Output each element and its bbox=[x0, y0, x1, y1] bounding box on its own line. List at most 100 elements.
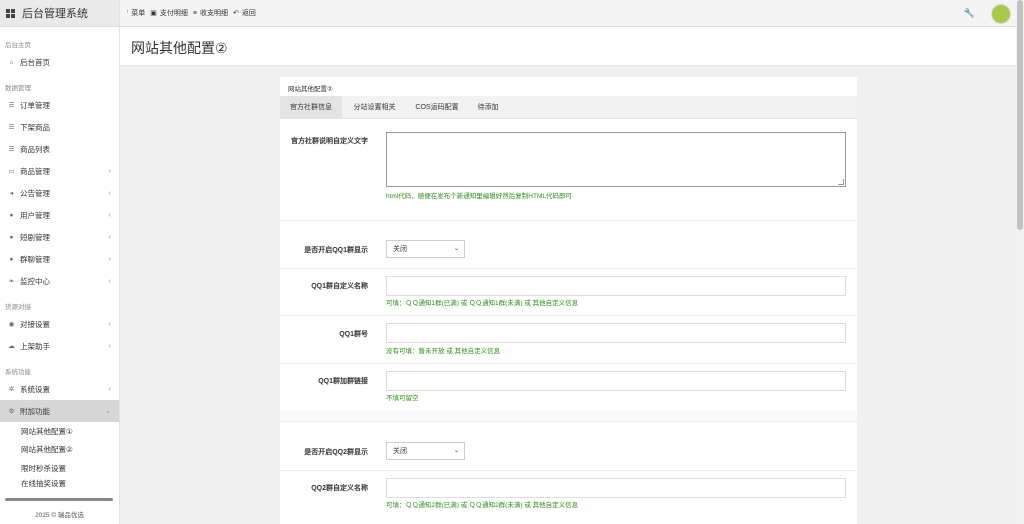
chevron-down-icon: ⌄ bbox=[453, 448, 459, 454]
sidebar-subitem-config-2[interactable]: 网站其他配置② bbox=[0, 441, 119, 460]
qq1-show-select[interactable]: 关闭 ⌄ bbox=[386, 240, 465, 258]
chevron-down-icon: ⌄ bbox=[105, 408, 111, 415]
card-title: 网站其他配置② bbox=[288, 86, 333, 93]
qq1-name-hint: 可填：ＱＱ通知1群(已满) 或 ＱＱ通知1群(未满) 或 其他自定义信息 bbox=[386, 300, 579, 307]
settings-card: 网站其他配置② 官方社群信息 分站设置相关 COS运码配置 待添加 官方社群说明… bbox=[280, 77, 857, 524]
divider bbox=[280, 315, 857, 316]
qq1-name-input[interactable] bbox=[386, 276, 846, 296]
chevron-left-icon: ‹ bbox=[108, 342, 111, 350]
page-scrollbar[interactable] bbox=[1016, 0, 1024, 524]
section-dock: 货源对接 bbox=[5, 304, 31, 311]
chevron-left-icon: ‹ bbox=[108, 255, 111, 263]
chevron-left-icon: ‹ bbox=[108, 385, 111, 393]
gear-icon: ✲ bbox=[8, 386, 15, 393]
income-details-button[interactable]: ≡ 收支明细 bbox=[193, 8, 228, 18]
sidebar: 后台管理系统 后台主页 ⌂ 后台首页 数据管理 ☰ 订单管理 ☰ 下架商品 ☰ 商品列表… bbox=[0, 0, 120, 524]
chevron-left-icon: ‹ bbox=[108, 167, 111, 175]
qq2-name-input[interactable] bbox=[386, 478, 846, 498]
sidebar-item-goods-mgmt[interactable]: ▭ 商品管理 ‹ bbox=[0, 160, 119, 182]
list-icon: ☰ bbox=[8, 124, 15, 131]
chevron-left-icon: ‹ bbox=[108, 233, 111, 241]
database-icon: ≡ bbox=[192, 9, 197, 17]
sidebar-item-goods-list[interactable]: ☰ 商品列表 bbox=[0, 138, 119, 160]
payment-details-label: 支付明细 bbox=[159, 10, 188, 17]
divider bbox=[280, 470, 857, 471]
sidebar-item-label: 系统设置 bbox=[20, 384, 50, 394]
sidebar-subitem-lottery[interactable]: 在线抽奖设置 bbox=[0, 478, 119, 488]
sidebar-item-home[interactable]: ⌂ 后台首页 bbox=[0, 51, 119, 73]
back-icon: ↶ bbox=[232, 10, 239, 17]
qq1-number-label: QQ1群号 bbox=[339, 331, 368, 338]
windows-logo-icon bbox=[6, 8, 15, 18]
qq2-show-select[interactable]: 关闭 ⌄ bbox=[386, 442, 465, 460]
list-icon: ☰ bbox=[8, 146, 15, 153]
sidebar-item-label: 用户管理 bbox=[20, 210, 50, 220]
qq1-name-label: QQ1群自定义名称 bbox=[311, 283, 368, 290]
menu-label: 菜单 bbox=[131, 10, 146, 17]
qq2-show-value: 关闭 bbox=[393, 448, 407, 455]
sidebar-item-label: 商品管理 bbox=[20, 166, 50, 176]
payment-icon: ▣ bbox=[150, 10, 157, 17]
sidebar-item-label: 对接设置 bbox=[20, 319, 50, 329]
section-spacer bbox=[280, 411, 857, 421]
sidebar-item-notice[interactable]: ◂ 公告管理 ‹ bbox=[0, 182, 119, 204]
sidebar-nav: 后台主页 ⌂ 后台首页 数据管理 ☰ 订单管理 ☰ 下架商品 ☰ 商品列表 ▭ 商品管理 ‹… bbox=[0, 40, 119, 488]
admin-app: 后台管理系统 后台主页 ⌂ 后台首页 数据管理 ☰ 订单管理 ☰ 下架商品 ☰ 商品列表… bbox=[0, 0, 1024, 524]
section-system: 系统功能 bbox=[5, 369, 31, 376]
sidebar-item-users[interactable]: ● 用户管理 ‹ bbox=[0, 204, 119, 226]
desc-hint: html代码，随便在发布个新通知里编辑好然后复制HTML代码即可 bbox=[386, 193, 572, 200]
avatar[interactable] bbox=[991, 4, 1011, 24]
chevron-left-icon: ‹ bbox=[108, 320, 111, 328]
qq2-name-hint: 可填：ＱＱ通知2群(已满) 或 ＱＱ通知2群(未满) 或 其他自定义信息 bbox=[386, 502, 579, 509]
divider bbox=[280, 220, 857, 221]
cart-icon: ▭ bbox=[8, 168, 15, 175]
wrench-icon[interactable]: 🔧 bbox=[964, 8, 975, 19]
sidebar-item-label: 上架助手 bbox=[20, 341, 50, 351]
sidebar-scrollbar[interactable] bbox=[5, 498, 113, 501]
sidebar-item-drama[interactable]: ● 短剧管理 ‹ bbox=[0, 226, 119, 248]
chevron-left-icon: ‹ bbox=[108, 189, 111, 197]
home-icon: ⌂ bbox=[9, 58, 14, 66]
sidebar-item-label: 订单管理 bbox=[20, 100, 50, 110]
payment-details-button[interactable]: ▣ 支付明细 bbox=[150, 8, 188, 18]
qq1-link-input[interactable] bbox=[386, 371, 846, 391]
bullhorn-icon: ◂ bbox=[9, 190, 14, 197]
chevron-left-icon: ‹ bbox=[108, 211, 111, 219]
section-data: 数据管理 bbox=[5, 85, 31, 92]
gears-icon: ⚙ bbox=[8, 408, 15, 415]
desc-textarea[interactable] bbox=[386, 132, 846, 187]
settings-circle-icon: ◉ bbox=[8, 321, 15, 328]
sidebar-item-label: 监控中心 bbox=[20, 276, 50, 286]
sidebar-item-label: 群聊管理 bbox=[20, 254, 50, 264]
qq2-show-label: 是否开启QQ2群显示 bbox=[304, 449, 368, 456]
users-icon: ● bbox=[9, 255, 14, 263]
sidebar-item-group-chat[interactable]: ● 群聊管理 ‹ bbox=[0, 248, 119, 270]
back-button[interactable]: ↶ 返回 bbox=[233, 8, 256, 18]
sidebar-item-label: 商品列表 bbox=[20, 144, 50, 154]
sidebar-item-orders[interactable]: ☰ 订单管理 bbox=[0, 94, 119, 116]
tab-official-community[interactable]: 官方社群信息 bbox=[280, 96, 342, 119]
sidebar-item-listing-helper[interactable]: ☁ 上架助手 ‹ bbox=[0, 335, 119, 357]
qq1-number-input[interactable] bbox=[386, 323, 846, 343]
scrollbar-thumb[interactable] bbox=[1017, 0, 1023, 230]
sidebar-subitem-flash-sale[interactable]: 限时秒杀设置 bbox=[0, 459, 119, 478]
sidebar-item-dock-settings[interactable]: ◉ 对接设置 ‹ bbox=[0, 313, 119, 335]
users-icon: ● bbox=[9, 233, 14, 241]
sidebar-item-addons[interactable]: ⚙ 附加功能 ⌄ bbox=[0, 400, 119, 422]
qq1-show-value: 关闭 bbox=[393, 246, 407, 253]
menu-button[interactable]: ⁱ 菜单 bbox=[127, 8, 145, 18]
tab-substation[interactable]: 分站设置相关 bbox=[343, 96, 406, 119]
brand-bar[interactable]: 后台管理系统 bbox=[0, 0, 119, 27]
income-details-label: 收支明细 bbox=[199, 10, 228, 17]
sidebar-subitem-config-1[interactable]: 网站其他配置① bbox=[0, 422, 119, 441]
sidebar-item-monitor[interactable]: ❧ 监控中心 ‹ bbox=[0, 270, 119, 292]
tab-cos-config[interactable]: COS运码配置 bbox=[407, 96, 467, 119]
chevron-left-icon: ‹ bbox=[108, 277, 111, 285]
sidebar-item-offline-goods[interactable]: ☰ 下架商品 bbox=[0, 116, 119, 138]
qq1-link-hint: 不填可留空 bbox=[386, 395, 419, 402]
tab-bar: 官方社群信息 分站设置相关 COS运码配置 待添加 bbox=[280, 96, 857, 119]
cloud-icon: ☁ bbox=[8, 343, 15, 350]
sidebar-item-system-settings[interactable]: ✲ 系统设置 ‹ bbox=[0, 378, 119, 400]
tab-todo[interactable]: 待添加 bbox=[469, 96, 507, 119]
chevron-down-icon: ⌄ bbox=[453, 246, 459, 252]
